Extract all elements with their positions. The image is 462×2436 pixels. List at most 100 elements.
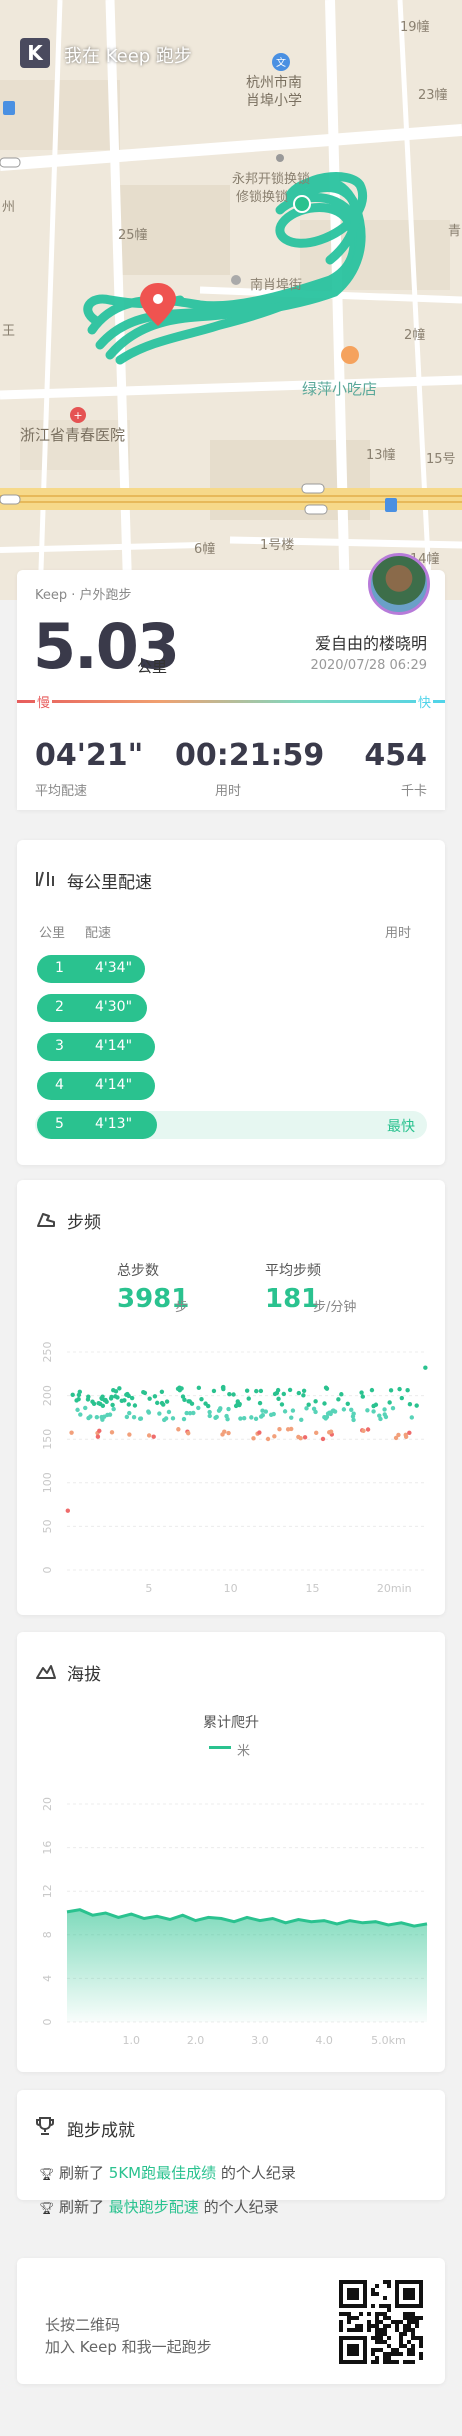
pace-row-pace: 4'14" [95,1038,133,1054]
cadence-chart: 0 50 100 150 200 250 5 10 15 20min [41,1342,428,1595]
cadence-point [189,1401,195,1406]
pace-row-km: 5 [55,1116,64,1132]
pace-bars-icon [36,871,54,887]
cadence-point [311,1406,317,1412]
pace-row-km: 4 [55,1077,64,1093]
speed-gradient-bar [17,700,445,703]
map-label: 13幢 [366,448,396,463]
activity-source: Keep · 户外跑步 [35,588,132,603]
pace-row-pace: 4'34" [95,960,133,976]
x-tick-label: 15 [305,1582,319,1595]
cadence-point [322,1401,327,1406]
cadence-point [399,1395,405,1401]
cadence-point [257,1400,263,1406]
avatar[interactable] [368,553,430,615]
map-label: 19幢 [400,20,430,35]
cadence-point [296,1390,302,1396]
col-time: 用时 [384,926,411,941]
map-label: 王 [2,324,16,339]
cadence-point [314,1430,319,1436]
cadence-point [304,1406,309,1411]
map-label: 永邦开锁换锁 [232,172,311,187]
cadence-point [227,1391,232,1397]
cadence-point [75,1407,80,1413]
cadence-point [161,1402,166,1407]
cadence-point [341,1407,347,1412]
cadence-point [226,1430,231,1436]
cadence-point [289,1415,294,1420]
pace-row-km: 1 [55,960,64,976]
cadence-point [152,1394,158,1399]
route-map[interactable]: 文 + 19幢 23幢 杭州市南 肖埠小学 永邦开锁换锁 修锁换锁 25幢 南肖… [0,0,462,600]
cadence-point [107,1412,113,1417]
cadence-point [109,1430,115,1435]
pace-row-pace: 4'30" [95,999,133,1015]
x-tick-label: 1.0 [123,2034,141,2047]
map-label: 州 [2,200,16,215]
cadence-point [74,1398,79,1403]
cadence-point [175,1386,181,1391]
cadence-point [207,1409,212,1415]
achievement-suffix: 的个人纪录 [216,2164,296,2182]
trophy-small-icon: 🏆︎ [39,2201,55,2215]
achievement-highlight: 最快跑步配速 [108,2198,199,2216]
cadence-point [302,1435,308,1440]
cadence-point [166,1409,172,1415]
cadence-point [258,1388,264,1394]
map-label: 23幢 [418,88,448,103]
y-tick-label: 200 [41,1385,54,1406]
mountain-icon [36,1665,56,1679]
pace-row: 3 4'14" [37,1033,155,1061]
x-tick-label: 5.0km [371,2034,406,2047]
pace-row-km: 3 [55,1038,64,1054]
cadence-point [91,1401,97,1407]
y-tick-label: 16 [41,1841,54,1855]
cadence-point [301,1388,307,1393]
cadence-point [102,1414,107,1419]
cadence-point [83,1405,88,1411]
cadence-point [88,1414,93,1419]
keep-logo-icon: K [20,38,50,68]
slow-label: 慢 [35,692,53,711]
cadence-point [186,1431,191,1436]
map-label: 南肖埠街 [250,278,303,293]
cadence-point [132,1403,138,1408]
map-label: 肖埠小学 [246,93,302,109]
cadence-point [371,1409,376,1414]
cadence-point [289,1426,294,1432]
avg-cadence-unit: 步/分钟 [313,1300,357,1315]
qr-code[interactable] [339,2280,423,2364]
cadence-point [254,1388,259,1394]
achievement-item: 🏆︎ 刷新了 5KM跑最佳成绩 的个人纪录 [39,2162,296,2183]
map-label: 15号 [426,452,456,467]
cadence-point [257,1430,262,1435]
cadence-point [124,1414,130,1420]
cadence-point [359,1390,364,1395]
y-tick-label: 20 [41,1797,54,1811]
legend-unit: 米 [237,1744,251,1759]
cadence-point [249,1415,254,1420]
cadence-point [216,1408,222,1413]
elevation-area [67,1909,427,2022]
cadence-point [76,1392,82,1398]
footer-line2: 加入 Keep 和我一起跑步 [45,2338,212,2356]
cadence-point [211,1388,217,1394]
cadence-point [423,1365,428,1370]
cadence-point [99,1396,105,1401]
cumulative-climb-label: 累计爬升 [203,1715,259,1731]
cadence-card: 步频 总步数 3981 步 平均步频 181 步/分钟 0 50 100 150 200… [17,1180,445,1615]
trophy-icon [36,2117,54,2135]
cadence-point [129,1395,135,1401]
avg-pace-value: 04'21" [35,738,144,773]
cadence-point [191,1410,196,1416]
cadence-point [122,1398,127,1403]
y-tick-label: 150 [41,1429,54,1450]
cadence-point [371,1403,376,1409]
cadence-point [238,1416,243,1421]
cadence-point [244,1388,250,1393]
x-tick-label: 4.0 [315,2034,333,2047]
cadence-point [151,1434,156,1439]
cadence-point [214,1414,219,1420]
cadence-point [111,1388,116,1393]
cadence-point [221,1386,226,1392]
